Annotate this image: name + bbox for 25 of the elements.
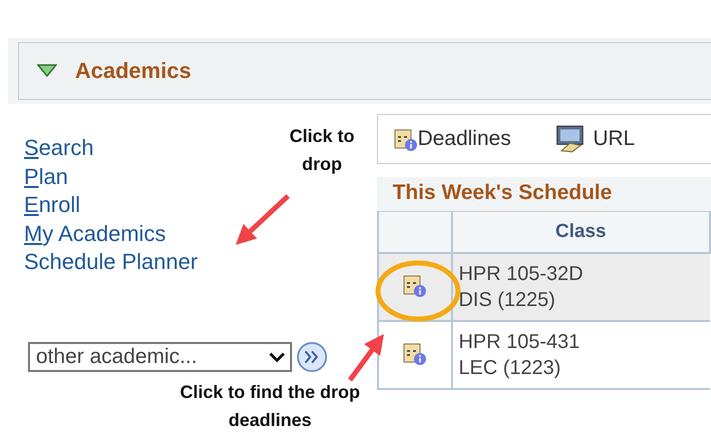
toolbar-link[interactable]: Deadlines [394, 127, 511, 151]
nav-link[interactable]: Schedule Planner [24, 248, 198, 276]
annotation-text: Click to find the drop deadlines [180, 381, 360, 432]
nav-link[interactable]: Enroll [24, 191, 80, 220]
class-text: DIS (1225) [458, 288, 556, 313]
column-header: Class [452, 212, 710, 253]
class-text: HPR 105-431 [458, 330, 581, 355]
toolbar-link[interactable]: URL [554, 125, 635, 153]
nav-link[interactable]: My Academics [24, 220, 166, 248]
nav-link[interactable]: Plan [24, 162, 68, 191]
annotation-arrow [236, 194, 290, 245]
class-text: HPR 105-32D [458, 262, 584, 287]
annotation-arrow [348, 334, 384, 382]
other-academic-dropdown[interactable]: other academic... [28, 342, 292, 372]
calendar-info-icon[interactable] [402, 272, 427, 296]
collapse-triangle-icon[interactable] [37, 64, 57, 78]
schedule-title: This Week's Schedule [392, 180, 613, 206]
chevron-down-icon [268, 350, 286, 362]
nav-link[interactable]: Search [24, 134, 94, 162]
section-title: Academics [75, 58, 192, 84]
calendar-info-icon[interactable] [402, 340, 427, 364]
annotation-text: Click to drop [288, 125, 356, 176]
class-text: LEC (1223) [458, 356, 562, 381]
calendar-info-icon [394, 127, 418, 151]
go-button-icon[interactable] [296, 340, 328, 372]
